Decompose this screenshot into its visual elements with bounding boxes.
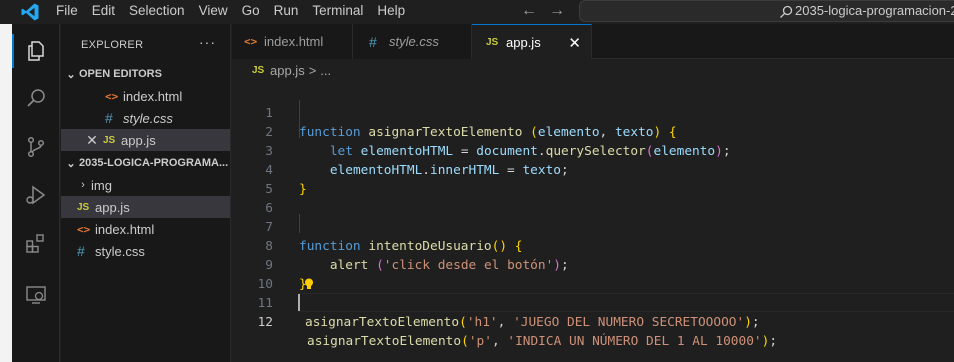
forward-arrow-icon[interactable]: → xyxy=(548,2,566,20)
activity-bar xyxy=(12,24,60,362)
breadcrumb-file[interactable]: app.js xyxy=(270,63,305,78)
open-editor-style-css[interactable]: # style.css xyxy=(61,107,230,129)
code-line: 7 function intentoDeUsuario() { xyxy=(232,199,954,254)
code-line: 5 xyxy=(232,161,954,197)
open-editors-label: OPEN EDITORS xyxy=(79,68,162,80)
file-index-html[interactable]: <> index.html xyxy=(61,218,230,240)
menu-help[interactable]: Help xyxy=(370,0,412,22)
chevron-right-icon: › xyxy=(81,179,85,191)
more-actions-icon[interactable]: ··· xyxy=(199,34,216,50)
vscode-logo-icon xyxy=(21,3,39,21)
tab-label: app.js xyxy=(506,35,541,50)
menu-edit[interactable]: Edit xyxy=(85,0,122,22)
remote-explorer-icon[interactable] xyxy=(24,283,48,307)
menu-go[interactable]: Go xyxy=(235,0,267,22)
menu-view[interactable]: View xyxy=(192,0,235,22)
command-center-text: 2035-logica-programacion-2- xyxy=(795,3,954,18)
line-number: 12 xyxy=(257,315,273,330)
js-file-icon: JS xyxy=(252,64,265,76)
file-label: app.js xyxy=(95,199,130,215)
active-indicator xyxy=(12,34,14,68)
code-line: 3 elementoHTML.innerHTML = texto; xyxy=(232,123,954,178)
code-line: 1 function asignarTextoElemento (element… xyxy=(232,85,954,140)
file-app-js[interactable]: JS app.js xyxy=(61,196,230,218)
text-cursor xyxy=(298,294,300,311)
breadcrumb-symbols[interactable]: ... xyxy=(320,63,331,78)
js-file-icon: JS xyxy=(103,134,116,146)
js-file-icon: JS xyxy=(486,37,499,48)
html-file-icon: <> xyxy=(105,89,119,103)
breadcrumb: JS app.js > ... xyxy=(232,59,954,81)
project-folder-label: 2035-LOGICA-PROGRAMA... xyxy=(79,157,229,169)
title-bar: File Edit Selection View Go Run Terminal… xyxy=(0,0,954,24)
editor-tabs: <> index.html # style.css JS app.js ✕ xyxy=(232,24,954,60)
tab-style-css[interactable]: # style.css xyxy=(353,24,472,59)
back-arrow-icon[interactable]: ← xyxy=(520,2,538,20)
window-edge xyxy=(0,0,12,362)
code-line: 8 alert ('click desde el botón'); xyxy=(232,218,954,273)
tab-label: style.css xyxy=(389,34,439,49)
open-editor-label: index.html xyxy=(123,88,183,104)
css-file-icon: # xyxy=(105,110,113,126)
search-icon xyxy=(780,5,793,18)
search-icon[interactable] xyxy=(24,87,48,111)
run-debug-icon[interactable] xyxy=(24,183,48,207)
menu-terminal[interactable]: Terminal xyxy=(305,0,370,22)
code-line: 6 xyxy=(232,180,954,216)
explorer-header: EXPLORER xyxy=(81,39,144,51)
html-file-icon: <> xyxy=(77,222,91,236)
close-icon[interactable]: ✕ xyxy=(85,132,99,149)
extensions-icon[interactable] xyxy=(24,231,48,255)
open-editor-label: style.css xyxy=(123,110,173,126)
close-tab-icon[interactable]: ✕ xyxy=(568,34,581,52)
file-label: img xyxy=(91,177,112,193)
code-line: 11 asignarTextoElemento('h1', 'JUEGO DEL… xyxy=(232,275,954,330)
tab-label: index.html xyxy=(264,34,324,49)
css-file-icon: # xyxy=(369,33,377,50)
code-line: 9 } xyxy=(232,237,954,292)
navigation-arrows: ← → xyxy=(520,2,566,20)
chevron-down-icon: ⌄ xyxy=(66,157,76,170)
css-file-icon: # xyxy=(77,243,85,259)
html-file-icon: <> xyxy=(244,35,258,48)
code-line: 12 asignarTextoElemento('p', 'INDICA UN … xyxy=(232,294,954,349)
code-line: 10 xyxy=(232,256,954,292)
menu-bar: File Edit Selection View Go Run Terminal… xyxy=(49,0,412,22)
source-control-icon[interactable] xyxy=(24,135,48,159)
tab-app-js[interactable]: JS app.js ✕ xyxy=(472,24,592,60)
code-line: 2 let elementoHTML = document.querySelec… xyxy=(232,104,954,159)
tab-index-html[interactable]: <> index.html xyxy=(232,24,353,59)
explorer-files-icon[interactable] xyxy=(24,39,48,63)
code-editor[interactable]: 1 function asignarTextoElemento (element… xyxy=(232,81,954,362)
js-file-icon: JS xyxy=(77,201,90,213)
code-line: 4 } xyxy=(232,142,954,197)
menu-run[interactable]: Run xyxy=(267,0,306,22)
file-style-css[interactable]: # style.css xyxy=(61,240,230,262)
open-editor-index-html[interactable]: <> index.html xyxy=(61,85,230,107)
open-editors-section[interactable]: ⌄ OPEN EDITORS xyxy=(61,63,230,85)
breadcrumb-separator: > xyxy=(308,62,317,78)
file-label: style.css xyxy=(95,243,145,259)
menu-file[interactable]: File xyxy=(49,0,85,22)
file-label: index.html xyxy=(95,221,155,237)
open-editor-app-js[interactable]: ✕ JS app.js xyxy=(61,129,230,151)
chevron-down-icon: ⌄ xyxy=(66,68,76,81)
project-folder-section[interactable]: ⌄ 2035-LOGICA-PROGRAMA... xyxy=(61,152,230,174)
open-editor-label: app.js xyxy=(121,132,156,148)
explorer-sidebar: EXPLORER ··· ⌄ OPEN EDITORS <> index.htm… xyxy=(61,24,231,362)
menu-selection[interactable]: Selection xyxy=(122,0,192,22)
folder-img[interactable]: › img xyxy=(61,174,230,196)
lightbulb-icon[interactable] xyxy=(304,278,314,290)
command-center[interactable]: 2035-logica-programacion-2- xyxy=(579,0,954,22)
